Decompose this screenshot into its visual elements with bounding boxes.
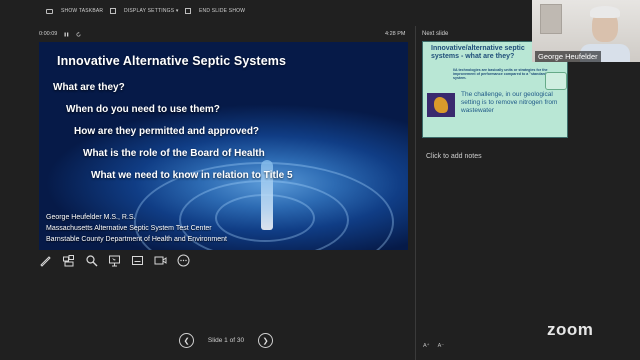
show-taskbar-button[interactable]: SHOW TASKBAR: [46, 8, 103, 14]
zoom-icon[interactable]: [85, 254, 98, 267]
slide-bullet: When do you need to use them?: [66, 104, 220, 115]
slide-bullet: What are they?: [53, 82, 125, 93]
display-settings-button[interactable]: DISPLAY SETTINGS ▾: [110, 8, 179, 14]
zoom-logo: zoom: [547, 320, 594, 339]
clock: 4:28 PM: [385, 31, 406, 37]
chevron-right-icon: ❯: [262, 337, 269, 345]
slide-bullet: What we need to know in relation to Titl…: [91, 170, 293, 181]
show-taskbar-label: SHOW TASKBAR: [61, 8, 104, 14]
slide-counter: Slide 1 of 30: [207, 337, 245, 344]
participant-name: George Heufelder: [535, 51, 601, 62]
increase-font-button[interactable]: A⁺: [423, 343, 430, 349]
next-slide-label: Next slide: [422, 31, 449, 37]
display-settings-icon: [110, 8, 116, 14]
presenter-tools: [39, 254, 190, 267]
subtitles-icon[interactable]: [131, 254, 144, 267]
wall-frame: [540, 4, 562, 34]
font-size-controls: A⁺ A⁻: [423, 343, 444, 349]
current-slide[interactable]: Innovative Alternative Septic Systems Wh…: [39, 42, 408, 250]
slide-bullet: What is the role of the Board of Health: [83, 148, 265, 159]
panel-divider[interactable]: [415, 26, 416, 360]
slide-bullet: How are they permitted and approved?: [74, 126, 260, 137]
slide-title: Innovative Alternative Septic Systems: [57, 54, 287, 68]
next-slide-challenge: The challenge, in our geological setting…: [461, 91, 558, 115]
slide-footer-line: Massachusetts Alternative Septic System …: [46, 225, 212, 232]
pause-timer-icon[interactable]: [64, 32, 69, 37]
camera-icon[interactable]: [154, 254, 167, 267]
notes-field[interactable]: Click to add notes: [426, 153, 482, 160]
slide-navigation: ❮ Slide 1 of 30 ❯: [179, 333, 273, 348]
next-slide-title: Innovative/alternative septic systems - …: [431, 45, 525, 60]
participant-hair: [590, 6, 620, 18]
restart-timer-icon[interactable]: [76, 31, 81, 37]
elapsed-time: 0:00:09: [39, 31, 58, 37]
timer-bar: 0:00:09: [39, 31, 81, 37]
pen-icon[interactable]: [39, 254, 52, 267]
decrease-font-button[interactable]: A⁻: [438, 343, 445, 349]
slide-footer-line: Barnstable County Department of Health a…: [46, 236, 227, 243]
end-slide-show-button[interactable]: END SLIDE SHOW: [185, 8, 245, 14]
cape-cod-map: [427, 93, 455, 117]
next-slide-button[interactable]: ❯: [258, 333, 273, 348]
zoom-screen-share: SHOW TASKBAR DISPLAY SETTINGS ▾ END SLID…: [0, 0, 640, 360]
slide-footer-line: George Heufelder M.S., R.S.: [46, 214, 136, 221]
pointer-icon[interactable]: [108, 254, 121, 267]
display-settings-label: DISPLAY SETTINGS ▾: [124, 8, 179, 14]
chevron-left-icon: ❮: [183, 337, 190, 345]
see-all-slides-icon[interactable]: [62, 254, 75, 267]
taskbar-icon: [46, 8, 53, 14]
septic-graphic: [545, 72, 567, 90]
map-land: [434, 97, 448, 113]
previous-slide-button[interactable]: ❮: [179, 333, 194, 348]
end-show-icon: [185, 8, 191, 14]
end-slide-show-label: END SLIDE SHOW: [199, 8, 246, 14]
more-options-icon[interactable]: [177, 254, 190, 267]
